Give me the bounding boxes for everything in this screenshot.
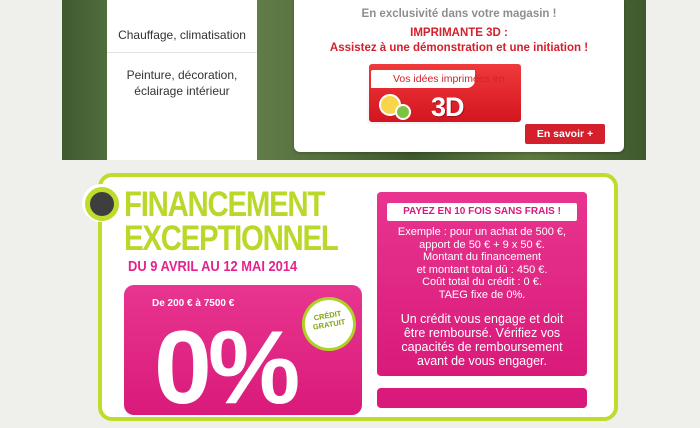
example-line: Exemple : pour un achat de 500 €, — [397, 226, 567, 238]
warning-line: Un crédit vous engage et doit — [400, 312, 564, 326]
amount-range: De 200 € à 7500 € — [152, 298, 235, 309]
sparkle-icon — [395, 104, 411, 120]
menu-divider — [107, 52, 257, 53]
promo-subtitle: Assistez à une démonstration et une init… — [329, 42, 589, 54]
credit-warning: Un crédit vous engage et doit être rembo… — [377, 312, 587, 368]
example-line: Montant du financement — [422, 251, 542, 263]
example-line: Coût total du crédit : 0 €. — [422, 276, 542, 288]
pay-in-10-badge: PAYEZ EN 10 FOIS SANS FRAIS ! — [387, 203, 577, 221]
zero-percent-rate: 0% — [154, 310, 300, 426]
menu-item-painting-line1: Peinture, décoration, — [126, 68, 238, 82]
financing-title: FINANCEMENT EXCEPTIONNEL — [124, 185, 339, 258]
financing-example: Exemple : pour un achat de 500 €, apport… — [377, 226, 587, 301]
menu-item-painting[interactable]: Peinture, décoration, éclairage intérieu… — [107, 67, 257, 99]
badge-caption: Vos idées imprimées en — [393, 73, 505, 85]
sticker-text: CRÉDIT GRATUIT — [303, 307, 353, 333]
example-line: TAEG fixe de 0%. — [438, 288, 526, 301]
printer-3d-badge: Vos idées imprimées en 3D — [367, 60, 525, 124]
example-line: apport de 50 € + 9 x 50 €. — [419, 238, 545, 251]
financing-title-line2: EXCEPTIONNEL — [124, 219, 339, 258]
hero-banner: Chauffage, climatisation Peinture, décor… — [62, 0, 646, 160]
printer-promo-card: En exclusivité dans votre magasin ! IMPR… — [294, 0, 624, 152]
free-credit-sticker: CRÉDIT GRATUIT — [297, 292, 361, 356]
rate-card: De 200 € à 7500 € 0% CRÉDIT GRATUIT — [124, 285, 362, 426]
financing-details-card: PAYEZ EN 10 FOIS SANS FRAIS ! Exemple : … — [377, 192, 587, 376]
category-menu: Chauffage, climatisation Peinture, décor… — [107, 0, 257, 160]
warning-line: avant de vous engager. — [417, 354, 547, 368]
financing-title-line1: FINANCEMENT — [124, 185, 325, 224]
promo-exclusive-text: En exclusivité dans votre magasin ! — [361, 8, 557, 20]
learn-more-button[interactable]: En savoir + — [525, 124, 605, 144]
badge-body: Vos idées imprimées en 3D — [369, 64, 521, 122]
bullet-icon — [82, 184, 120, 222]
example-line: et montant total dû : 450 €. — [416, 263, 548, 276]
secondary-pink-card — [377, 388, 587, 408]
menu-item-heating[interactable]: Chauffage, climatisation — [107, 27, 257, 43]
bullet-ring — [85, 187, 119, 221]
warning-line: capacités de remboursement — [401, 340, 563, 354]
badge-3d-text: 3D — [431, 92, 465, 122]
warning-line: être remboursé. Vérifiez vos — [403, 326, 561, 340]
financing-dates: DU 9 AVRIL AU 12 MAI 2014 — [128, 258, 298, 275]
promo-title: IMPRIMANTE 3D : — [410, 27, 508, 39]
menu-item-painting-line2: éclairage intérieur — [134, 84, 230, 98]
